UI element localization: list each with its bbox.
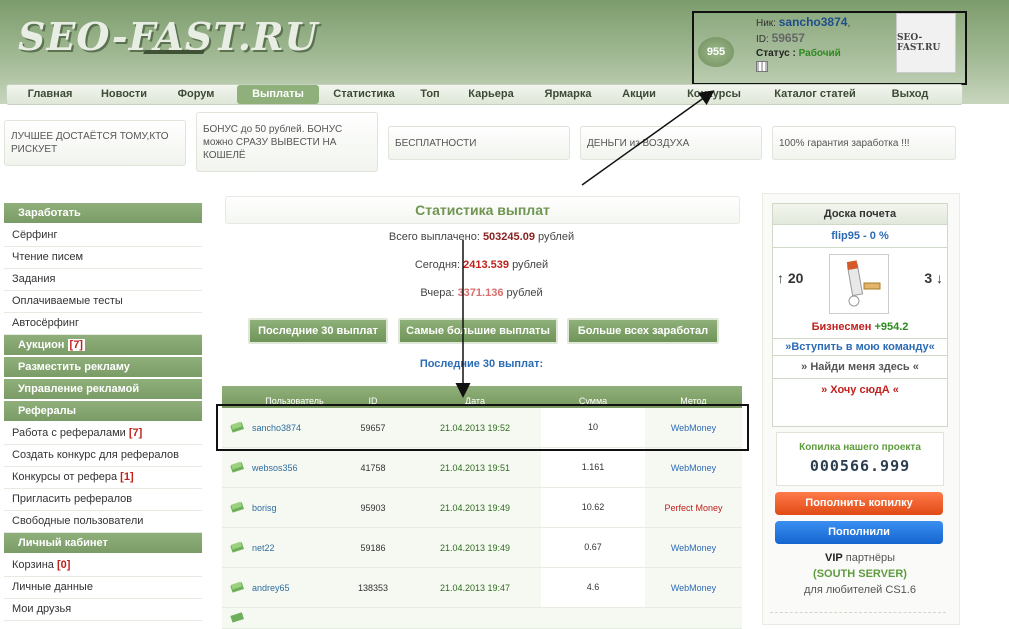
arrow-to-userbox bbox=[581, 90, 715, 186]
annotation-arrows bbox=[455, 90, 715, 398]
